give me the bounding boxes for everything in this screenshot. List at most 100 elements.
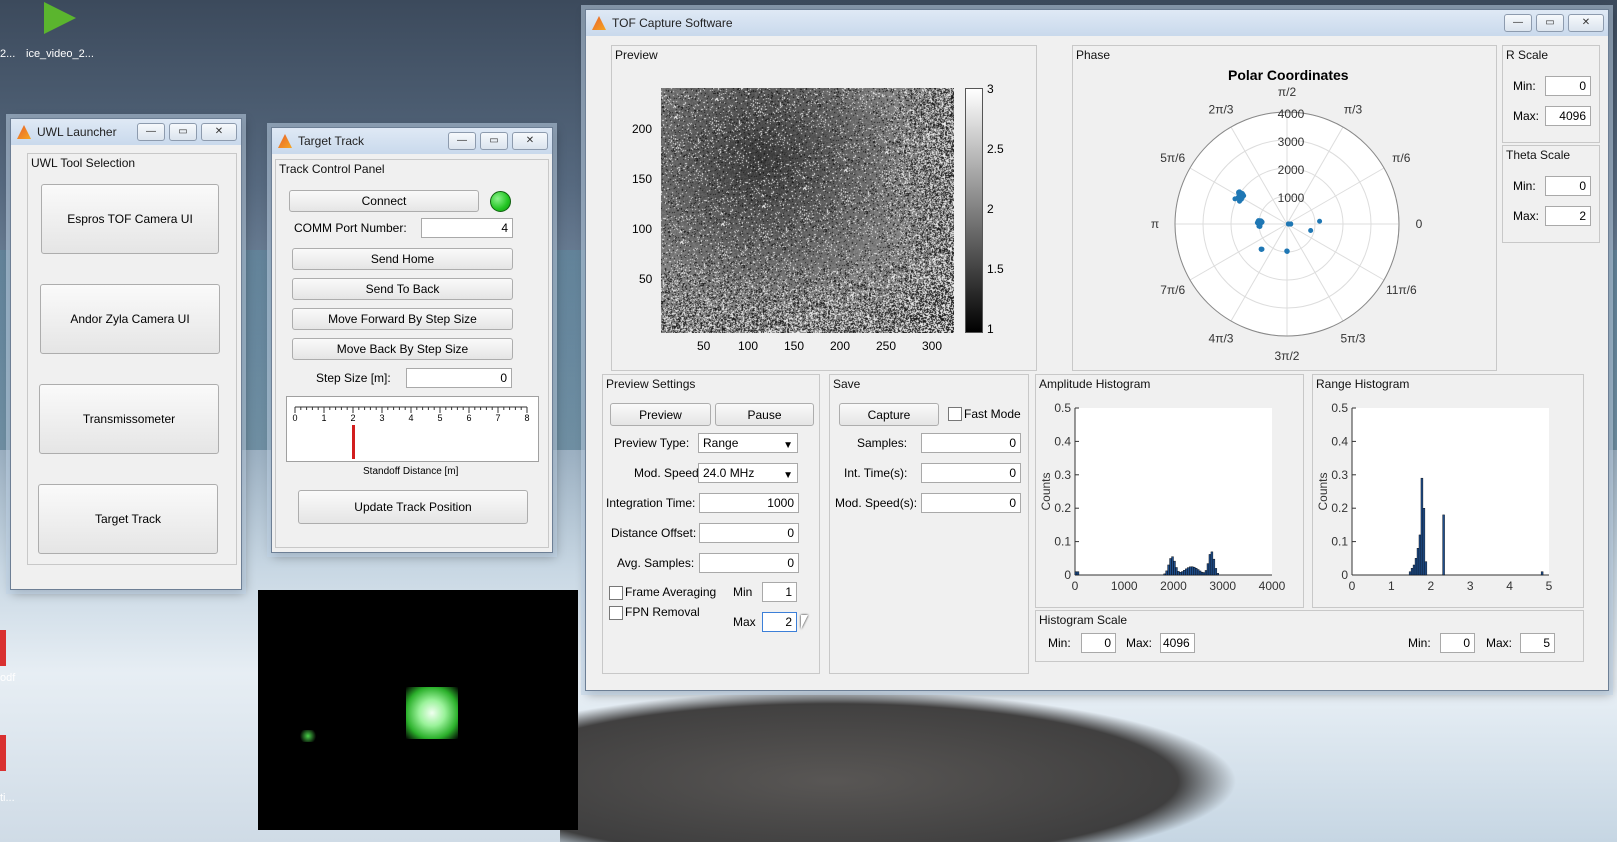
send-home-button[interactable]: Send Home — [292, 248, 513, 270]
step-size-field[interactable]: 0 — [406, 368, 512, 388]
desktop-icon-play[interactable] — [44, 2, 76, 34]
range-min-field[interactable]: 0 — [1440, 633, 1475, 653]
polar-plot: π/2 π/3 π/6 0 11π/6 5π/3 3π/2 4π/3 7π/6 π 5π/6 2π/3… — [1151, 85, 1423, 363]
theta-max-field[interactable]: 2 — [1545, 206, 1591, 226]
update-track-button[interactable]: Update Track Position — [298, 490, 528, 524]
r-max-field[interactable]: 4096 — [1545, 106, 1591, 126]
maximize-button[interactable]: ▭ — [480, 132, 508, 150]
y-tick-label: 0.1 — [1331, 535, 1348, 549]
polar-data-point — [1284, 249, 1290, 255]
avg-samples-field[interactable]: 0 — [699, 553, 799, 573]
target-track-button[interactable]: Target Track — [38, 484, 218, 554]
mod-speed-dropdown[interactable]: 24.0 MHz ▼ — [698, 463, 798, 483]
samples-label: Samples: — [857, 436, 908, 450]
y-tick-label: 0.5 — [1054, 401, 1071, 415]
slider-caption: Standoff Distance [m] — [363, 466, 459, 477]
slider-tick-label: 6 — [466, 413, 471, 423]
int-time-label: Int. Time(s): — [844, 466, 908, 480]
frame-min-field[interactable]: 1 — [762, 582, 797, 602]
y-tick-label: 0.5 — [1331, 401, 1348, 415]
polar-angle-label: 2π/3 — [1209, 103, 1234, 117]
preview-button[interactable]: Preview — [610, 403, 711, 426]
colorbar-tick: 3 — [987, 82, 994, 96]
minimize-button[interactable]: — — [448, 132, 476, 150]
integration-time-field[interactable]: 1000 — [699, 493, 799, 513]
matlab-icon — [592, 16, 606, 30]
minimize-button[interactable]: — — [1504, 14, 1532, 32]
amp-max-field[interactable]: 4096 — [1160, 633, 1195, 653]
plot-area — [1075, 408, 1272, 575]
uwl-launcher-titlebar[interactable]: UWL Launcher — ▭ ✕ — [11, 119, 241, 145]
distance-offset-field[interactable]: 0 — [699, 523, 799, 543]
desktop-file-icon[interactable] — [0, 630, 6, 666]
fast-mode-checkbox[interactable] — [948, 407, 962, 421]
r-scale-panel: R Scale Min: 0 Max: 4096 — [1502, 45, 1600, 143]
andor-zyla-button[interactable]: Andor Zyla Camera UI — [40, 284, 220, 354]
frame-averaging-checkbox[interactable] — [609, 586, 623, 600]
colorbar-tick: 1.5 — [987, 262, 1004, 276]
x-tick-label: 3000 — [1209, 579, 1236, 593]
comm-port-field[interactable]: 4 — [421, 218, 513, 238]
avg-samples-label: Avg. Samples: — [617, 556, 695, 570]
r-min-field[interactable]: 0 — [1545, 76, 1591, 96]
slider-tick-label: 4 — [408, 413, 413, 423]
pause-button[interactable]: Pause — [715, 403, 814, 426]
transmissometer-button[interactable]: Transmissometer — [39, 384, 219, 454]
int-time-field[interactable]: 0 — [921, 463, 1021, 483]
window-title: UWL Launcher — [37, 125, 117, 139]
frame-averaging-label: Frame Averaging — [625, 585, 717, 599]
fpn-removal-checkbox[interactable] — [609, 606, 623, 620]
integration-time-label: Integration Time: — [606, 496, 696, 510]
histogram-bar — [1179, 572, 1182, 576]
polar-r-label: 1000 — [1278, 191, 1305, 205]
histogram-bar — [1175, 567, 1178, 576]
polar-angle-label: π/3 — [1344, 103, 1363, 117]
desktop-icon-label: 2... — [0, 48, 16, 60]
distance-offset-label: Distance Offset: — [611, 526, 697, 540]
polar-angle-label: π — [1151, 217, 1159, 231]
desktop-file-icon[interactable] — [0, 735, 6, 771]
close-button[interactable]: ✕ — [1568, 14, 1604, 32]
close-button[interactable]: ✕ — [512, 132, 548, 150]
x-tick-label: 4000 — [1259, 579, 1286, 593]
desktop-icon-label: odf — [0, 672, 16, 684]
polar-angle-label: 0 — [1416, 217, 1423, 231]
target-track-titlebar[interactable]: Target Track — ▭ ✕ — [272, 128, 552, 154]
connect-button[interactable]: Connect — [289, 190, 479, 212]
frame-max-field[interactable]: 2 — [762, 612, 797, 632]
panel-title: Histogram Scale — [1039, 613, 1128, 627]
maximize-button[interactable]: ▭ — [1536, 14, 1564, 32]
samples-field[interactable]: 0 — [921, 433, 1021, 453]
slider-tick-label: 2 — [350, 413, 355, 423]
histogram-bar — [1192, 566, 1196, 576]
slider-thumb — [352, 425, 355, 459]
standoff-slider[interactable]: 0 1 2 3 4 5 6 7 8 — [286, 396, 539, 462]
polar-angle-label: 7π/6 — [1160, 283, 1185, 297]
send-to-back-button[interactable]: Send To Back — [292, 278, 513, 300]
theta-min-field[interactable]: 0 — [1545, 176, 1591, 196]
histogram-bar — [1418, 534, 1422, 576]
capture-button[interactable]: Capture — [839, 403, 939, 426]
espros-tof-button[interactable]: Espros TOF Camera UI — [41, 184, 219, 254]
amp-min-field[interactable]: 0 — [1081, 633, 1116, 653]
move-back-button[interactable]: Move Back By Step Size — [292, 338, 513, 360]
range-max-field[interactable]: 5 — [1520, 633, 1555, 653]
slider-tick-label: 8 — [524, 413, 529, 423]
dropdown-arrow-icon: ▼ — [783, 470, 793, 481]
range-min-label: Min: — [1408, 636, 1431, 650]
x-tick: 150 — [784, 339, 805, 353]
y-tick-label: 0 — [1064, 568, 1071, 582]
minimize-button[interactable]: — — [137, 123, 165, 141]
desktop-icon-label: ti... — [0, 792, 15, 804]
tof-titlebar[interactable]: TOF Capture Software — ▭ ✕ — [586, 10, 1608, 36]
move-forward-button[interactable]: Move Forward By Step Size — [292, 308, 513, 330]
histogram-bar — [1412, 564, 1416, 576]
maximize-button[interactable]: ▭ — [169, 123, 197, 141]
close-button[interactable]: ✕ — [201, 123, 237, 141]
y-axis-label: Counts — [1316, 472, 1330, 510]
range-max-label: Max: — [1486, 636, 1513, 650]
panel-title: Track Control Panel — [279, 162, 385, 176]
preview-type-dropdown[interactable]: Range ▼ — [698, 433, 798, 453]
mod-speeds-field[interactable]: 0 — [921, 493, 1021, 513]
x-tick: 250 — [876, 339, 897, 353]
